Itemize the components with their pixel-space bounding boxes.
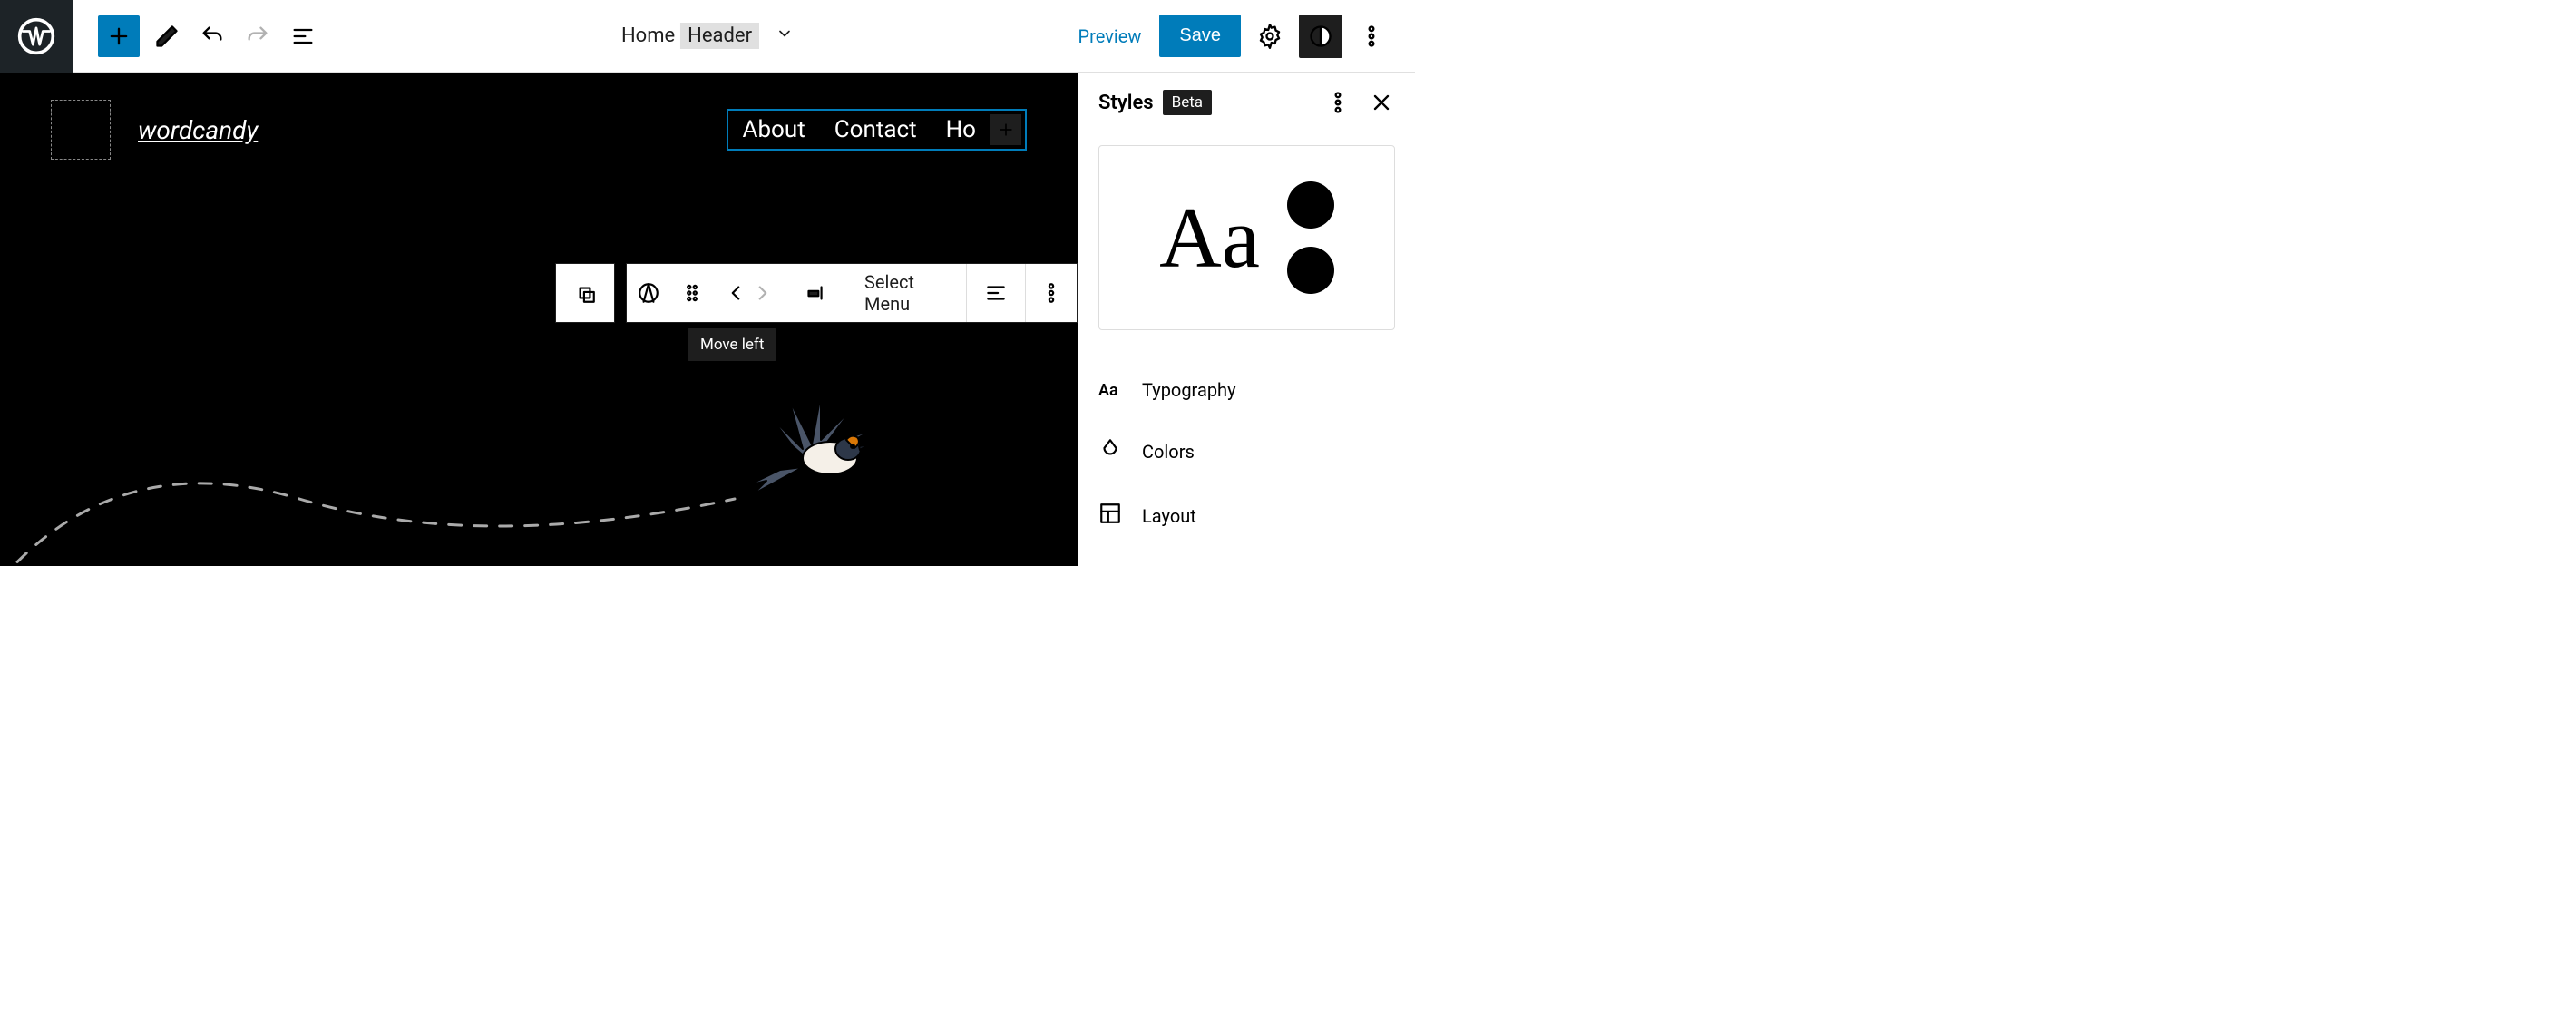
typography-preview: Aa xyxy=(1159,188,1260,288)
block-more-options[interactable] xyxy=(1026,264,1077,322)
typography-icon: Aa xyxy=(1098,381,1122,400)
wordpress-logo[interactable] xyxy=(0,0,73,73)
typography-nav-item[interactable]: Aa Typography xyxy=(1098,361,1395,419)
site-header-block[interactable]: wordcandy About Contact Ho xyxy=(0,73,1078,160)
color-swatch xyxy=(1287,181,1334,229)
styles-preview[interactable]: Aa xyxy=(1098,145,1395,330)
layout-icon xyxy=(1098,502,1122,530)
block-parent-button[interactable] xyxy=(555,263,615,323)
styles-nav: Aa Typography Colors Layout xyxy=(1078,343,1415,566)
nav-item-label: Layout xyxy=(1142,505,1196,527)
breadcrumb-root: Home xyxy=(621,24,675,47)
editor-canvas[interactable]: wordcandy About Contact Ho xyxy=(0,73,1078,566)
main-area: wordcandy About Contact Ho xyxy=(0,73,1415,566)
layout-nav-item[interactable]: Layout xyxy=(1098,483,1395,548)
beta-badge: Beta xyxy=(1163,90,1212,115)
color-preview xyxy=(1287,181,1334,294)
toolbar-right: Preview Save xyxy=(1078,15,1415,58)
block-type-button[interactable] xyxy=(627,264,670,322)
styles-sidebar: Styles Beta Aa Aa Typography xyxy=(1078,73,1415,566)
bird-image xyxy=(735,390,889,508)
sidebar-more-button[interactable] xyxy=(1324,89,1351,116)
add-nav-item-button[interactable] xyxy=(990,114,1021,145)
preview-link[interactable]: Preview xyxy=(1078,25,1142,47)
more-options-button[interactable] xyxy=(1353,18,1390,54)
site-title[interactable]: wordcandy xyxy=(138,115,258,145)
site-logo-placeholder[interactable] xyxy=(51,100,111,160)
nav-item-label: Colors xyxy=(1142,441,1195,463)
drag-handle[interactable] xyxy=(670,264,714,322)
sidebar-header: Styles Beta xyxy=(1078,73,1415,132)
add-block-button[interactable] xyxy=(98,15,140,57)
block-toolbar: Select Menu xyxy=(626,263,1078,323)
select-menu-button[interactable]: Select Menu xyxy=(844,271,966,315)
styles-toggle-button[interactable] xyxy=(1299,15,1342,58)
drop-icon xyxy=(1098,437,1122,465)
nav-item-label: Typography xyxy=(1142,379,1236,401)
save-button[interactable]: Save xyxy=(1159,15,1241,57)
justify-button[interactable] xyxy=(785,264,844,322)
redo-button xyxy=(239,18,276,54)
top-toolbar: Home Header Preview Save xyxy=(0,0,1415,73)
colors-nav-item[interactable]: Colors xyxy=(1098,419,1395,483)
nav-item[interactable]: Contact xyxy=(820,112,932,147)
nav-item[interactable]: About xyxy=(728,112,820,147)
sidebar-title: Styles xyxy=(1098,92,1154,114)
nav-item[interactable]: Ho xyxy=(932,112,990,147)
move-right-button xyxy=(741,264,785,322)
list-view-button[interactable] xyxy=(285,18,321,54)
settings-button[interactable] xyxy=(1252,18,1288,54)
document-breadcrumb[interactable]: Home Header xyxy=(621,23,794,49)
edit-tool-button[interactable] xyxy=(149,18,185,54)
chevron-down-icon[interactable] xyxy=(776,24,794,48)
close-sidebar-button[interactable] xyxy=(1368,89,1395,116)
alignment-button[interactable] xyxy=(967,264,1025,322)
toolbar-left xyxy=(73,15,321,57)
breadcrumb-current: Header xyxy=(680,23,759,49)
color-swatch xyxy=(1287,247,1334,294)
undo-button[interactable] xyxy=(194,18,230,54)
decorative-dashed-path xyxy=(0,354,798,566)
navigation-block[interactable]: About Contact Ho xyxy=(727,109,1028,151)
